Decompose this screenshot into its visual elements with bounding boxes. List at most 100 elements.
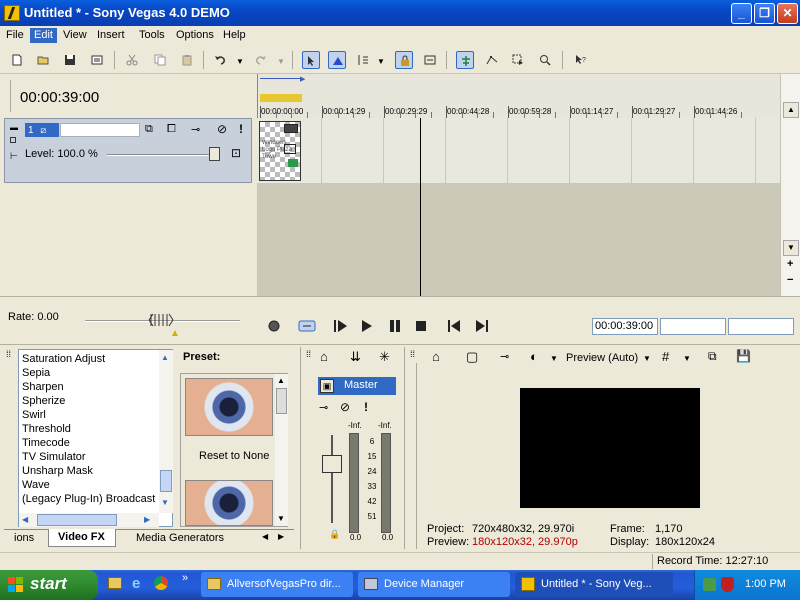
cursor-position-field[interactable]: 00:00:39:00	[592, 318, 658, 335]
zoom-edit-button[interactable]	[536, 51, 554, 69]
mixer-properties-icon[interactable]: ⌂	[320, 349, 328, 364]
fx-list-item[interactable]: Sepia	[22, 366, 158, 380]
master-solo-icon[interactable]: !	[364, 400, 368, 414]
mixer-downmix-icon[interactable]: ✳	[379, 349, 390, 365]
restore-button[interactable]: ❐	[754, 3, 775, 24]
selection-edit-button[interactable]	[509, 51, 527, 69]
go-to-start-button[interactable]	[446, 317, 464, 335]
menu-tools[interactable]: Tools	[135, 28, 169, 43]
rate-slider-thumb[interactable]	[148, 312, 174, 328]
preset-scroll-thumb[interactable]	[276, 388, 287, 414]
menu-help[interactable]: Help	[219, 28, 250, 43]
fx-list-item[interactable]: Unsharp Mask	[22, 464, 158, 478]
preset-thumbnail-2[interactable]	[185, 480, 273, 526]
undo-button[interactable]	[211, 51, 229, 69]
master-mute-icon[interactable]: ⊘	[340, 400, 350, 414]
preview-fx-icon[interactable]: ⊸	[500, 350, 509, 363]
preview-properties-icon[interactable]: ⌂	[432, 349, 440, 364]
tray-clock[interactable]: 1:00 PM	[745, 578, 786, 590]
open-button[interactable]	[34, 51, 52, 69]
track-list-area[interactable]	[0, 183, 256, 296]
fx-list-item[interactable]: Spherize	[22, 394, 158, 408]
menu-view[interactable]: View	[59, 28, 91, 43]
copy-snapshot-icon[interactable]: ⧉	[708, 349, 717, 364]
tray-network-icon[interactable]	[703, 578, 716, 591]
fx-list-item[interactable]: (Legacy Plug-In) Broadcast C	[22, 492, 158, 506]
loop-playback-button[interactable]	[298, 317, 316, 335]
tab-scroll-right-icon[interactable]: ▶	[278, 532, 284, 541]
track-number-badge[interactable]: 1 ⧄	[25, 123, 59, 137]
track-fx-icon[interactable]: ⊸	[191, 123, 200, 136]
preset-scrollbar[interactable]: ▲ ▼	[275, 374, 288, 526]
redo-button[interactable]	[252, 51, 270, 69]
preset-scroll-up-icon[interactable]: ▲	[277, 376, 285, 385]
fx-list-hscrollbar[interactable]: ◀ ▶	[19, 513, 159, 527]
overlays-grid-icon[interactable]: #	[662, 349, 669, 364]
dock-panel-grip-icon[interactable]: ⁞⁞	[6, 349, 11, 359]
event-pan-crop-icon[interactable]	[284, 144, 296, 154]
mute-icon[interactable]: ⊘	[217, 122, 227, 136]
preset-thumbnail-1[interactable]	[185, 378, 273, 436]
preview-quality-dropdown[interactable]: Preview (Auto)	[566, 352, 638, 364]
track-expand-icon[interactable]: ⊢	[10, 151, 18, 162]
make-compositing-child-icon[interactable]: ⧠	[167, 123, 176, 136]
redo-dropdown-icon[interactable]: ▼	[277, 57, 285, 66]
fx-list-item[interactable]: Threshold	[22, 422, 158, 436]
preview-quality-dropdown-icon[interactable]: ▼	[643, 354, 651, 363]
close-button[interactable]: ✕	[777, 3, 798, 24]
master-fader-thumb[interactable]	[322, 455, 342, 473]
fx-list-vscrollbar[interactable]: ▲ ▼	[159, 350, 173, 513]
start-button[interactable]: start	[0, 570, 98, 600]
vegas-app-icon[interactable]	[4, 5, 20, 21]
envelope-tool-button[interactable]	[328, 51, 346, 69]
quicklaunch-overflow-icon[interactable]: »	[182, 572, 188, 584]
play-from-start-button[interactable]	[332, 317, 350, 335]
selection-start-field[interactable]	[660, 318, 726, 335]
enable-snapping-button[interactable]	[456, 51, 474, 69]
mixer-insert-bus-icon[interactable]: ⇊	[350, 349, 361, 365]
cursor-timecode[interactable]: 00:00:39:00	[20, 89, 99, 106]
tab-scroll-left-icon[interactable]: ◀	[262, 532, 268, 541]
fx-scroll-up-icon[interactable]: ▲	[161, 353, 169, 362]
playhead-cursor[interactable]	[420, 118, 421, 296]
video-track-lane[interactable]: Windows Logo Plaza Towe	[257, 118, 780, 183]
preview-grip-icon[interactable]: ⁞⁞	[410, 349, 415, 359]
scroll-up-button[interactable]: ▲	[783, 102, 799, 118]
fx-list-item[interactable]: Wave	[22, 478, 158, 492]
fx-scroll-thumb[interactable]	[160, 470, 172, 492]
fx-scroll-left-icon[interactable]: ◀	[22, 515, 28, 524]
master-lock-icon[interactable]: 🔒	[329, 529, 340, 540]
go-to-end-button[interactable]	[472, 317, 490, 335]
compositing-mode-icon[interactable]: ⧉	[145, 123, 153, 136]
undo-dropdown-icon[interactable]: ▼	[236, 57, 244, 66]
envelope-edit-button[interactable]	[483, 51, 501, 69]
title-bar[interactable]: Untitled * - Sony Vegas 4.0 DEMO _ ❐ ✕	[0, 0, 800, 26]
video-track-header[interactable]: ▬ ⊢ 1 ⧄ ⧉ ⧠ ⊸ ⊘ ! Level: 100.0 % ⊡	[4, 118, 252, 183]
overlays-dropdown-icon[interactable]: ▼	[683, 354, 691, 363]
time-ruler[interactable]: ▶ 00:00:00:00 00:00:14:29 00:00:29:29 00:00…	[257, 74, 780, 118]
fx-list-item[interactable]: Timecode	[22, 436, 158, 450]
track-height-minus-button[interactable]: −	[787, 274, 793, 286]
event-fx-icon[interactable]	[284, 124, 298, 133]
whats-this-help-button[interactable]: ?	[572, 51, 590, 69]
paste-button[interactable]	[178, 51, 196, 69]
track-maximize-icon[interactable]	[10, 137, 16, 143]
level-slider-track[interactable]	[107, 154, 217, 156]
video-preview-screen[interactable]	[520, 388, 700, 508]
minimize-button[interactable]: _	[731, 3, 752, 24]
master-bus-header[interactable]: ▣ Master	[318, 377, 396, 395]
quicklaunch-chrome-icon[interactable]	[154, 576, 168, 590]
tray-security-shield-icon[interactable]	[721, 577, 734, 592]
save-snapshot-icon[interactable]: 💾	[736, 349, 751, 363]
new-button[interactable]	[8, 51, 26, 69]
fx-list-item[interactable]: Saturation Adjust	[22, 352, 158, 366]
fx-list-item[interactable]: Swirl	[22, 408, 158, 422]
menu-file[interactable]: File	[2, 28, 28, 43]
ripple-dropdown-icon[interactable]: ▼	[377, 57, 385, 66]
fx-list-item[interactable]: TV Simulator	[22, 450, 158, 464]
mixer-grip-icon[interactable]: ⁞⁞	[306, 349, 311, 359]
solo-icon[interactable]: !	[239, 122, 243, 136]
task-device-manager[interactable]: Device Manager	[358, 572, 510, 597]
tab-video-fx[interactable]: Video FX	[48, 529, 116, 547]
record-button[interactable]	[266, 317, 284, 335]
